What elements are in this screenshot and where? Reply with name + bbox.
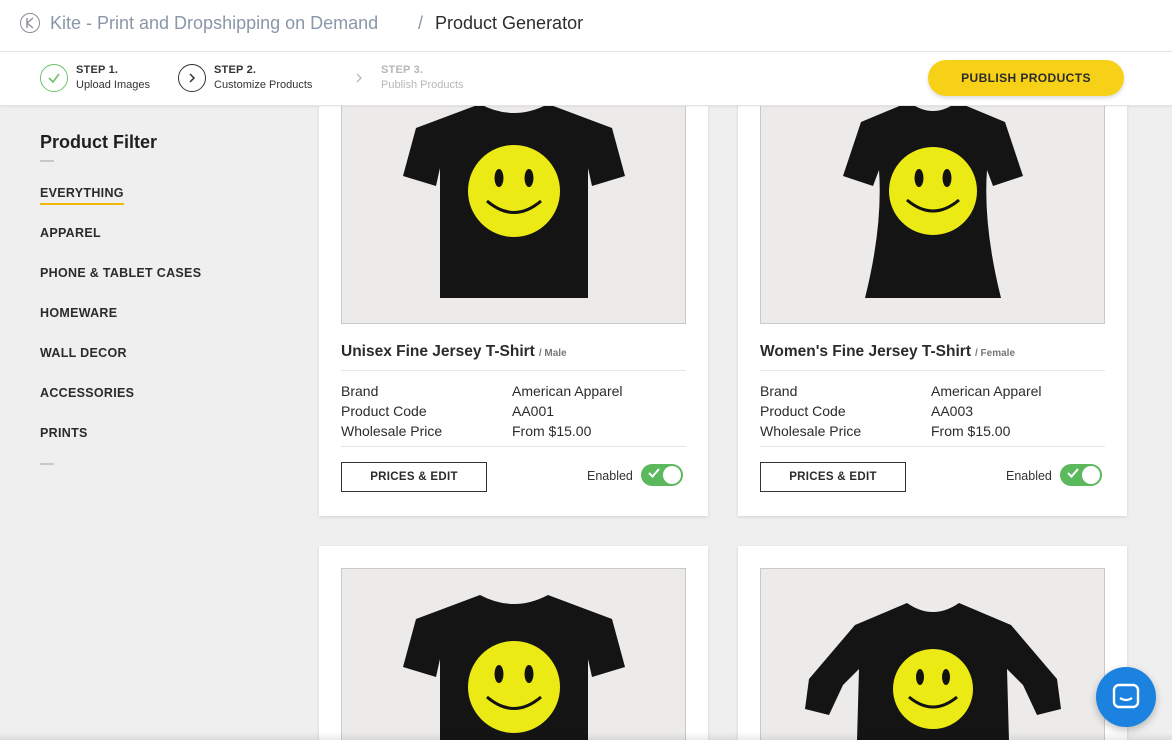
- toggle-knob: [1082, 466, 1100, 484]
- spec-label-code: Product Code: [760, 403, 846, 419]
- step-label: Publish Products: [381, 79, 464, 91]
- page-title: Product Generator: [435, 13, 584, 33]
- product-image[interactable]: [341, 568, 686, 740]
- spec-value-code: AA003: [931, 403, 974, 419]
- product-card: Unisex Fine Jersey T-Shirt / Male Brand A…: [319, 54, 708, 516]
- step-customize-products[interactable]: STEP 2. Customize Products: [178, 63, 312, 93]
- product-name-text: Women's Fine Jersey T-Shirt: [760, 343, 971, 360]
- tshirt-image-icon: [403, 595, 625, 740]
- spec-value-price: From $15.00: [512, 423, 592, 439]
- product-card: [319, 546, 708, 740]
- product-card: Women's Fine Jersey T-Shirt / Female Bran…: [738, 54, 1127, 516]
- filter-item-wall-decor[interactable]: WALL DECOR: [40, 346, 127, 360]
- chevron-right-icon: [345, 64, 373, 92]
- product-name: Women's Fine Jersey T-Shirt / Female: [760, 343, 1015, 361]
- chat-launcher-button[interactable]: [1096, 667, 1156, 727]
- step-publish-products[interactable]: STEP 3. Publish Products: [345, 63, 464, 93]
- chevron-circle-icon: [178, 64, 206, 92]
- spec-label-price: Wholesale Price: [341, 423, 443, 439]
- spec-value-brand: American Apparel: [931, 383, 1042, 399]
- step-label: Upload Images: [76, 79, 150, 91]
- product-gender: / Female: [975, 348, 1016, 359]
- spec-value-code: AA001: [512, 403, 555, 419]
- product-gender: / Male: [538, 348, 567, 359]
- filter-item-apparel[interactable]: APPAREL: [40, 226, 101, 240]
- step-label: Customize Products: [214, 79, 313, 91]
- scroll-fade: [0, 732, 1172, 740]
- card-divider: [760, 446, 1105, 447]
- step-upload-images[interactable]: STEP 1. Upload Images: [40, 63, 150, 93]
- prices-edit-button[interactable]: PRICES & EDIT: [760, 462, 906, 492]
- toggle-knob: [663, 466, 681, 484]
- product-name-text: Unisex Fine Jersey T-Shirt: [341, 343, 535, 360]
- step-number: STEP 3.: [381, 64, 424, 76]
- breadcrumb-app-link[interactable]: Kite - Print and Dropshipping on Demand: [50, 13, 378, 34]
- card-divider: [760, 370, 1105, 371]
- steps-bar: STEP 1. Upload Images STEP 2. Customize …: [0, 52, 1172, 106]
- spec-value-price: From $15.00: [931, 423, 1011, 439]
- enabled-toggle[interactable]: [641, 464, 683, 486]
- tshirt-image-icon: [843, 102, 1023, 298]
- check-circle-icon: [40, 64, 68, 92]
- filter-item-everything[interactable]: EVERYTHING: [40, 186, 124, 205]
- spec-label-code: Product Code: [341, 403, 427, 419]
- enabled-toggle[interactable]: [1060, 464, 1102, 486]
- step-number: STEP 1.: [76, 64, 119, 76]
- product-image[interactable]: [341, 75, 686, 324]
- filter-item-prints[interactable]: PRINTS: [40, 426, 88, 440]
- step-number: STEP 2.: [214, 64, 257, 76]
- check-icon: [648, 468, 660, 478]
- enabled-label: Enabled: [587, 469, 633, 483]
- filter-divider: [40, 463, 54, 465]
- filter-item-accessories[interactable]: ACCESSORIES: [40, 386, 134, 400]
- filter-divider: [40, 160, 54, 162]
- card-divider: [341, 370, 686, 371]
- spec-label-brand: Brand: [760, 383, 798, 399]
- top-bar: Kite - Print and Dropshipping on Demand …: [0, 0, 1172, 52]
- product-image[interactable]: [760, 75, 1105, 324]
- chat-icon: [1112, 683, 1140, 709]
- long-sleeve-image-icon: [805, 603, 1061, 740]
- card-divider: [341, 446, 686, 447]
- prices-edit-button[interactable]: PRICES & EDIT: [341, 462, 487, 492]
- check-icon: [1067, 468, 1079, 478]
- spec-label-brand: Brand: [341, 383, 379, 399]
- kite-logo-icon[interactable]: [20, 13, 40, 33]
- spec-value-brand: American Apparel: [512, 383, 623, 399]
- publish-products-button[interactable]: PUBLISH PRODUCTS: [928, 60, 1124, 96]
- spec-label-price: Wholesale Price: [760, 423, 862, 439]
- product-name: Unisex Fine Jersey T-Shirt / Male: [341, 343, 567, 361]
- filter-item-homeware[interactable]: HOMEWARE: [40, 306, 117, 320]
- enabled-label: Enabled: [1006, 469, 1052, 483]
- breadcrumb-separator: /: [418, 13, 424, 33]
- filter-item-phone-tablet-cases[interactable]: PHONE & TABLET CASES: [40, 266, 201, 280]
- filter-title: Product Filter: [40, 132, 158, 152]
- product-image[interactable]: [760, 568, 1105, 740]
- tshirt-image-icon: [403, 104, 625, 298]
- product-card: [738, 546, 1127, 740]
